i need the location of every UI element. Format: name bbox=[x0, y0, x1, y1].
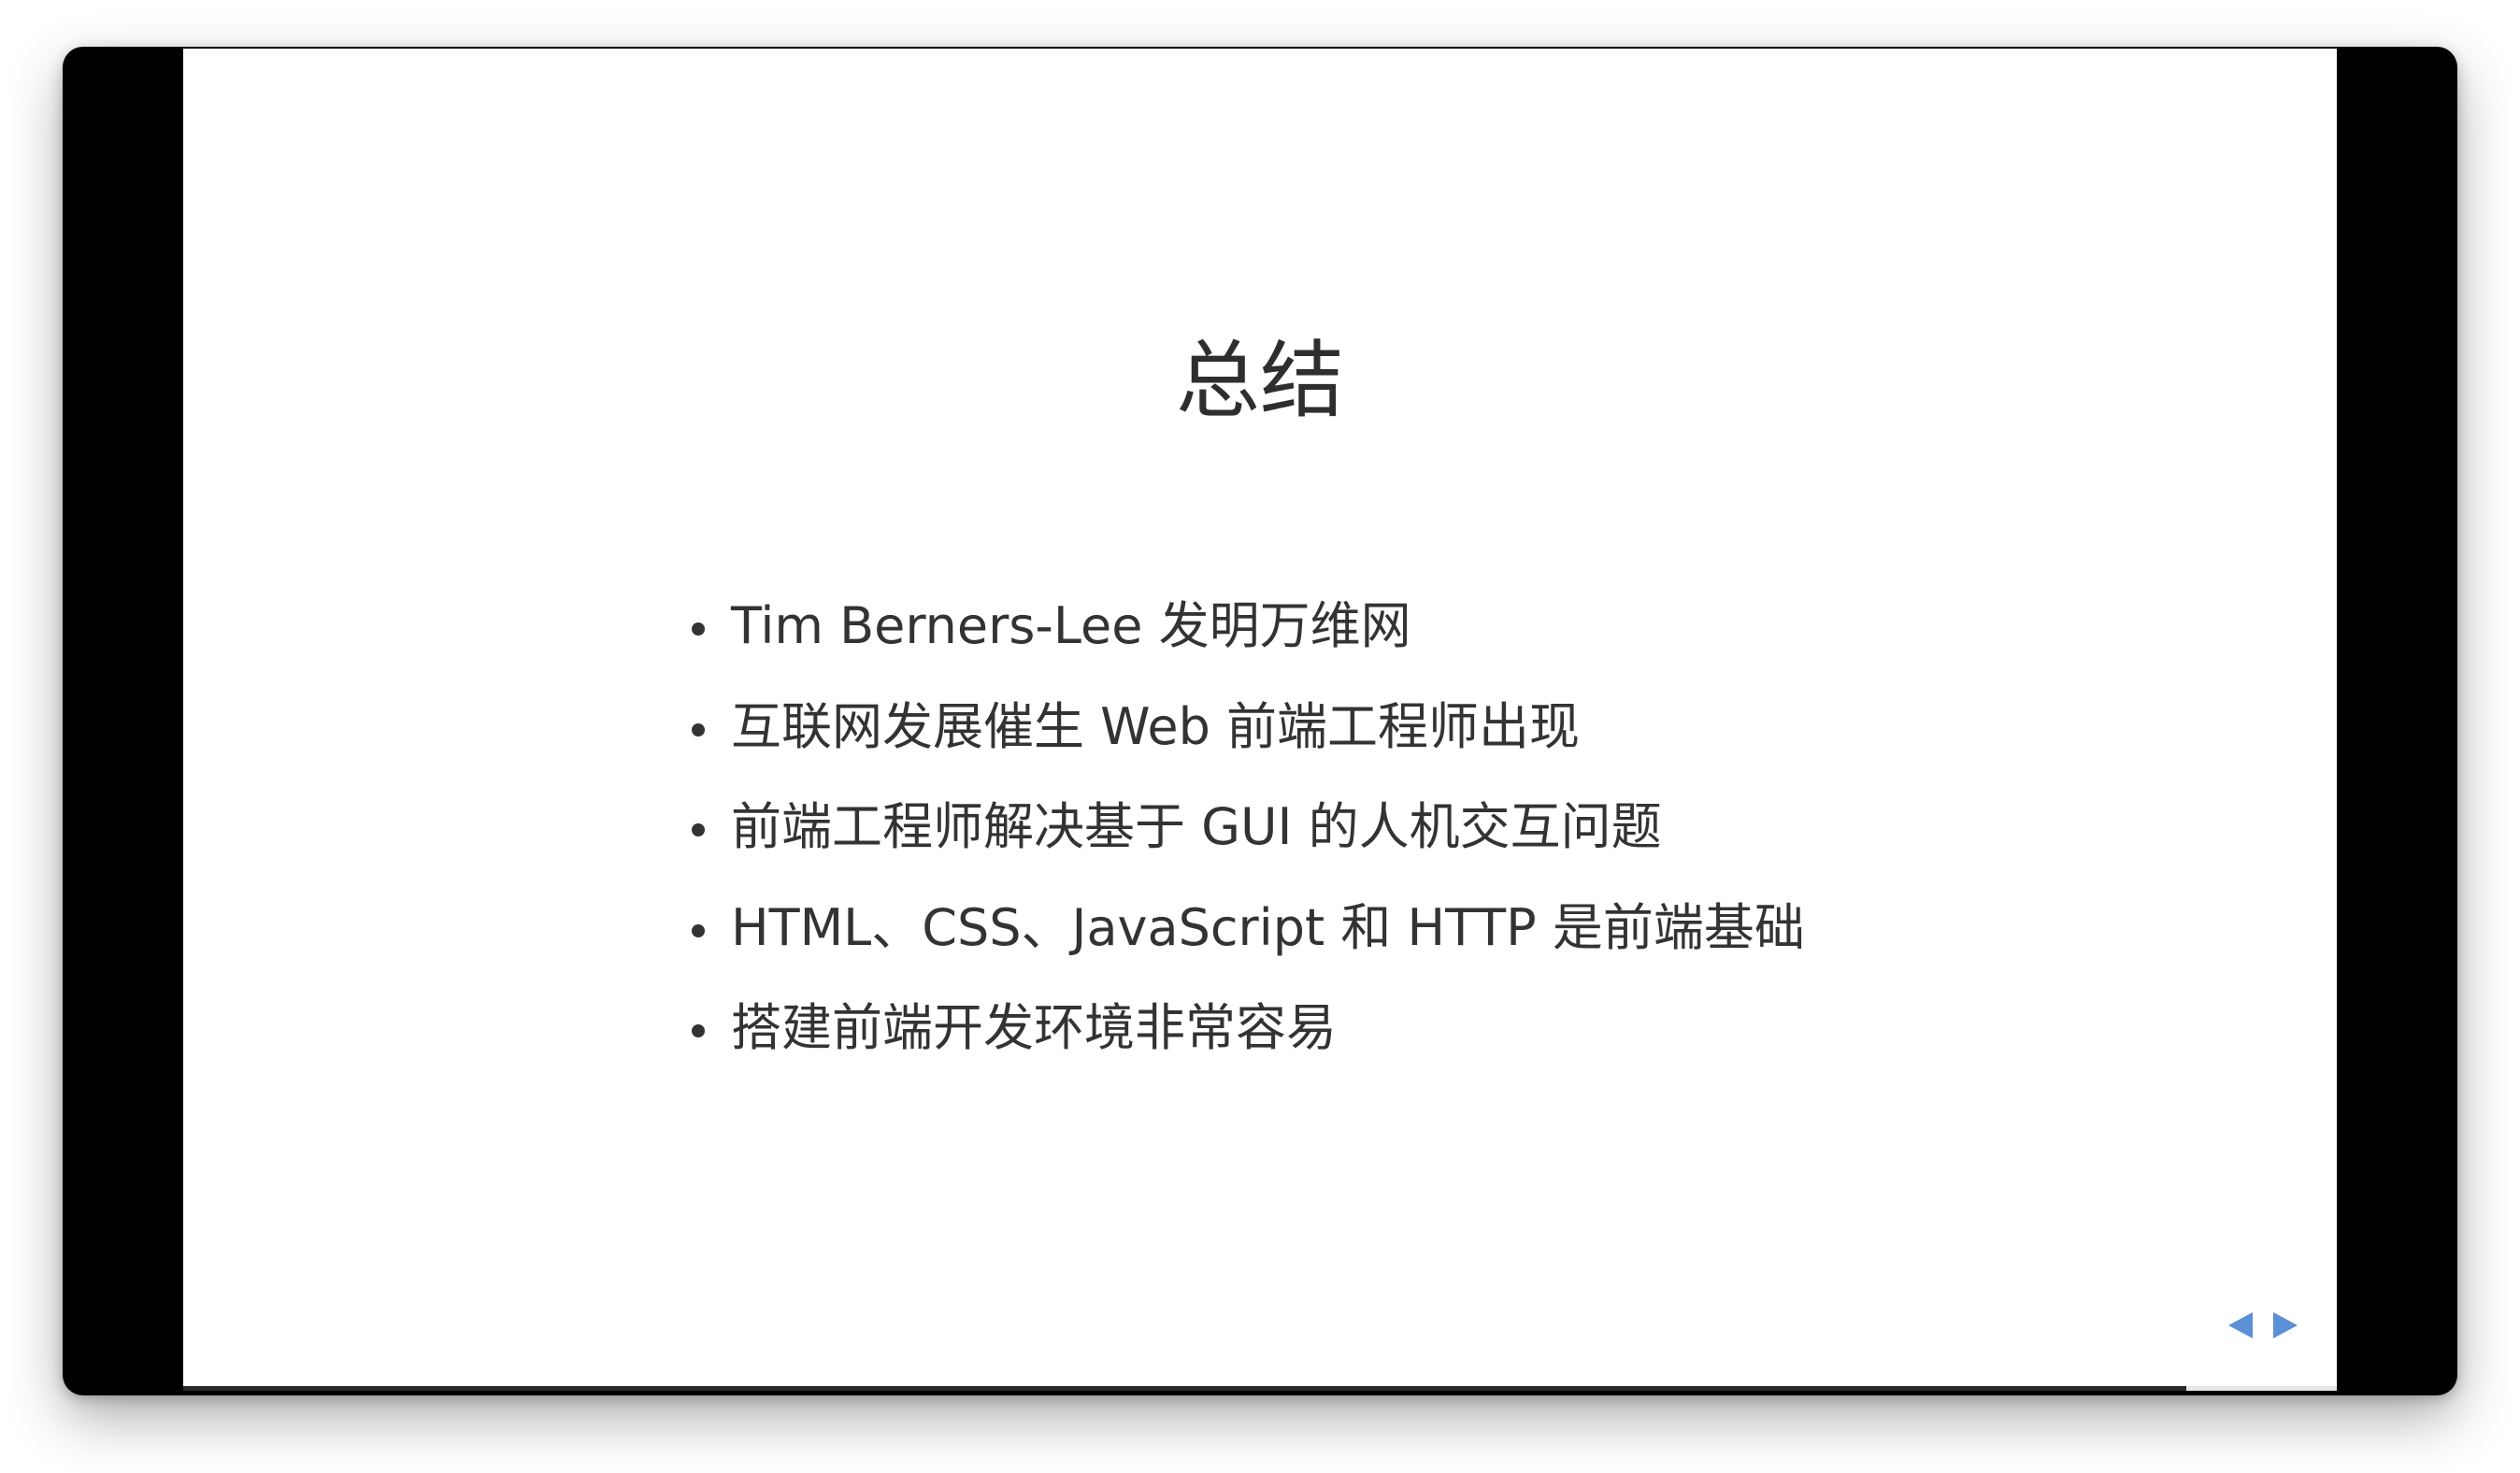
bullet-item: 前端工程师解决基于 GUI 的人机交互问题 bbox=[692, 794, 1805, 894]
bullet-dot-icon bbox=[692, 622, 705, 636]
slide-navigation bbox=[2228, 1312, 2298, 1338]
bullet-text: 互联网发展催生 Web 前端工程师出现 bbox=[731, 696, 1581, 756]
bullet-list: Tim Berners-Lee 发明万维网 互联网发展催生 Web 前端工程师出… bbox=[692, 593, 1805, 1095]
triangle-left-icon[interactable] bbox=[2228, 1312, 2253, 1338]
bullet-dot-icon bbox=[692, 923, 705, 937]
bullet-text: 前端工程师解决基于 GUI 的人机交互问题 bbox=[731, 797, 1662, 856]
bullet-item: Tim Berners-Lee 发明万维网 bbox=[692, 593, 1805, 694]
bullet-dot-icon bbox=[692, 1024, 705, 1037]
bullet-item: 搭建前端开发环境非常容易 bbox=[692, 994, 1805, 1095]
triangle-right-icon[interactable] bbox=[2273, 1312, 2298, 1338]
progress-bar bbox=[183, 1386, 2337, 1391]
presentation-window: 总结 Tim Berners-Lee 发明万维网 互联网发展催生 Web 前端工… bbox=[63, 47, 2457, 1395]
bullet-dot-icon bbox=[692, 823, 705, 837]
bullet-text: Tim Berners-Lee 发明万维网 bbox=[731, 596, 1411, 655]
progress-bar-fill bbox=[183, 1386, 2186, 1391]
bullet-item: 互联网发展催生 Web 前端工程师出现 bbox=[692, 694, 1805, 794]
bullet-text: 搭建前端开发环境非常容易 bbox=[731, 998, 1337, 1057]
bullet-text: HTML、CSS、JavaScript 和 HTTP 是前端基础 bbox=[731, 897, 1805, 957]
bullet-item: HTML、CSS、JavaScript 和 HTTP 是前端基础 bbox=[692, 894, 1805, 995]
slide-title: 总结 bbox=[1176, 332, 1344, 430]
slide: 总结 Tim Berners-Lee 发明万维网 互联网发展催生 Web 前端工… bbox=[183, 49, 2337, 1391]
bullet-dot-icon bbox=[692, 722, 705, 736]
